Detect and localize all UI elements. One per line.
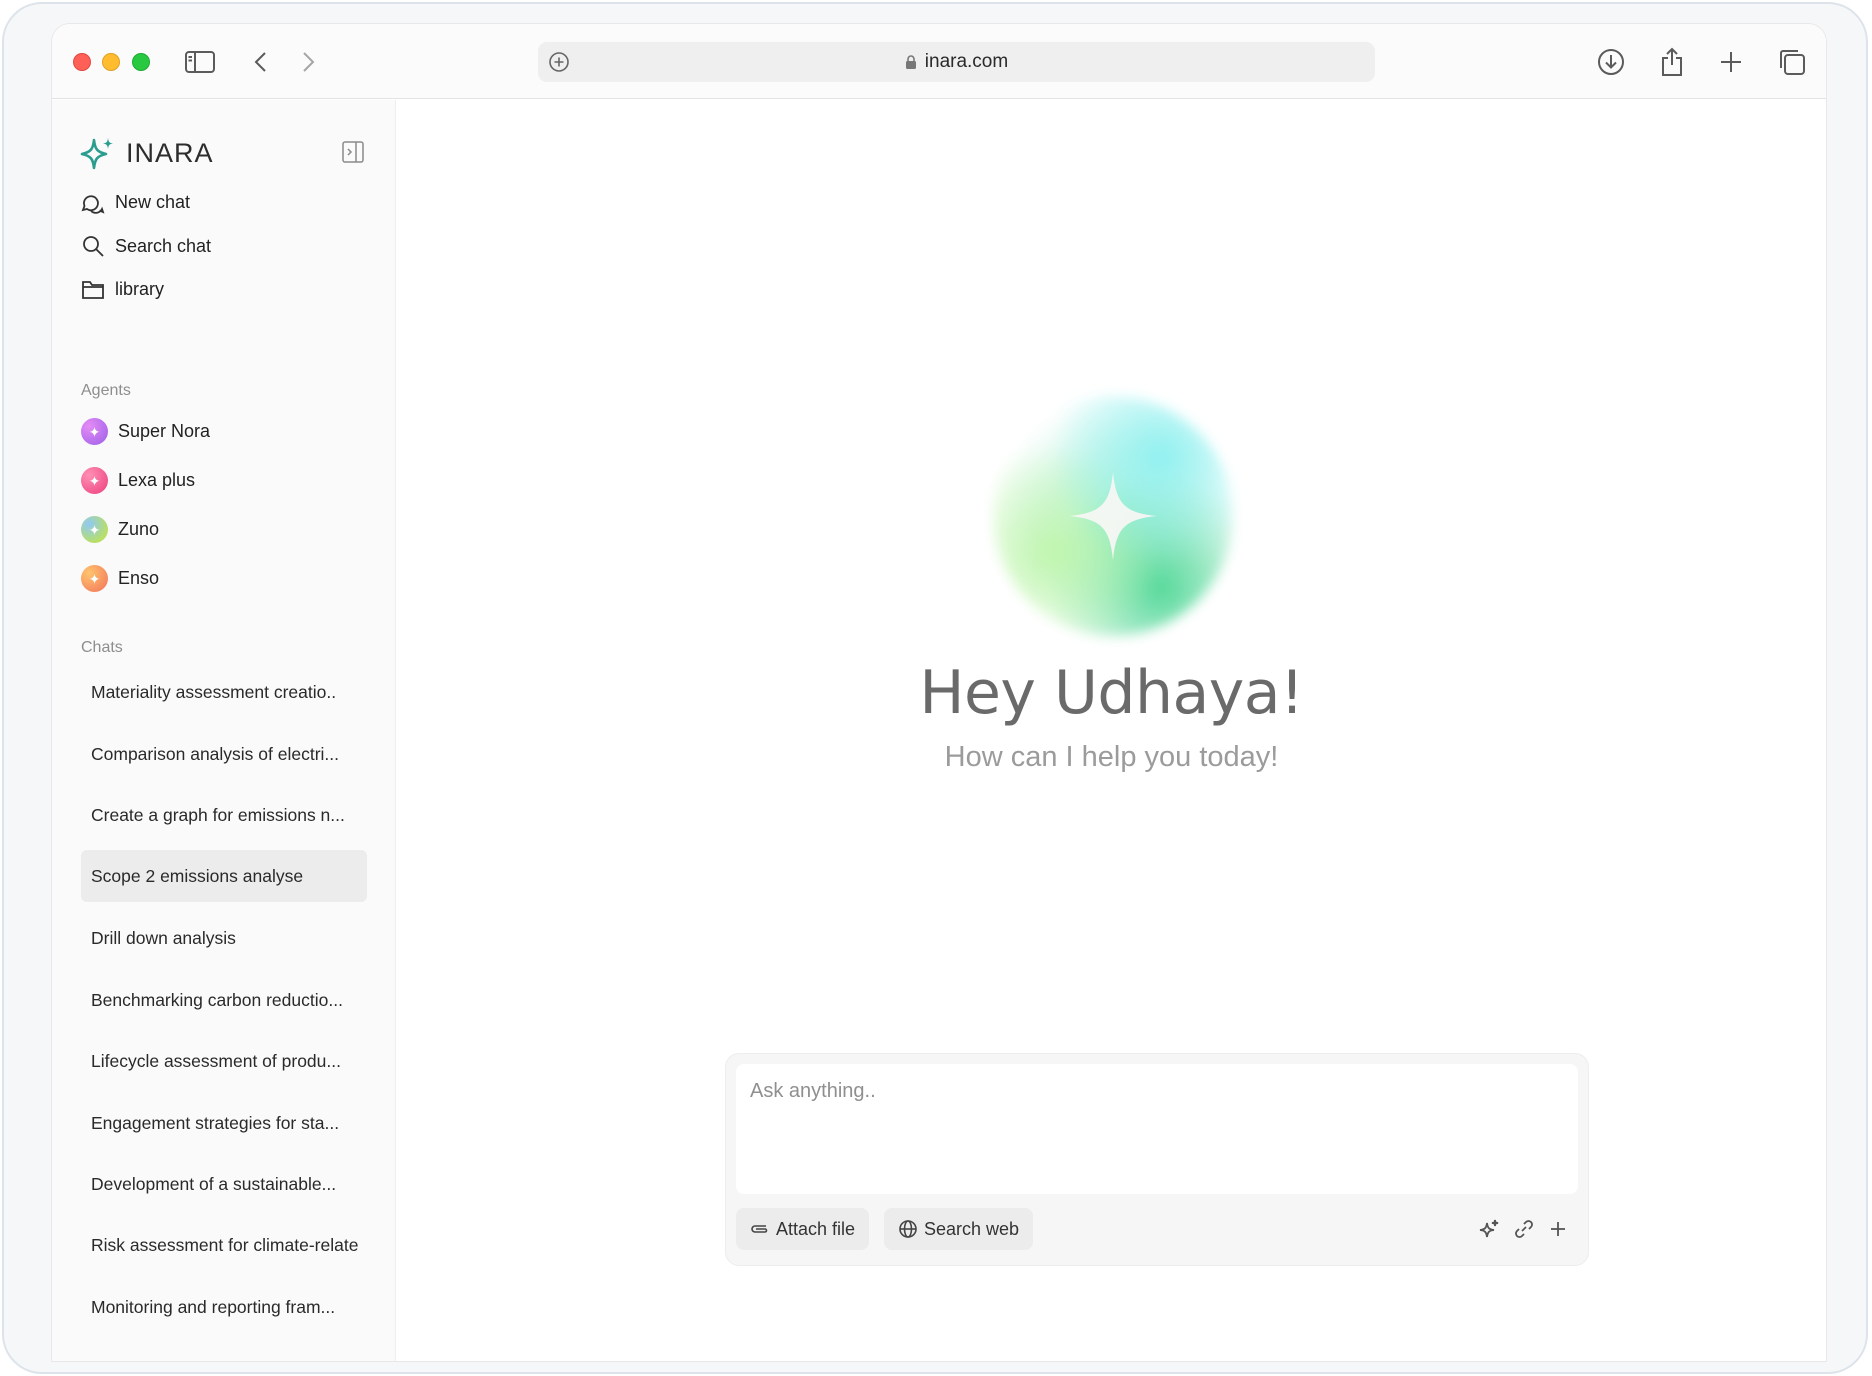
search-web-button[interactable]: Search web bbox=[884, 1208, 1034, 1250]
chat-item[interactable]: Lifecycle assessment of produ... bbox=[81, 1035, 367, 1087]
chat-item[interactable]: Development of a sustainable... bbox=[81, 1158, 367, 1210]
sidebar-toggle-icon[interactable] bbox=[184, 46, 216, 78]
chat-item[interactable]: Monitoring and reporting fram... bbox=[81, 1281, 367, 1333]
new-tab-icon[interactable] bbox=[1715, 46, 1747, 78]
chat-item[interactable]: Materiality assessment creatio.. bbox=[81, 666, 367, 718]
chat-item[interactable]: Employee training on sustaina... bbox=[81, 1342, 367, 1361]
new-chat-icon bbox=[81, 195, 105, 214]
chat-item[interactable]: Create a graph for emissions n... bbox=[81, 789, 367, 841]
agent-avatar-icon: ✦ bbox=[81, 565, 108, 592]
downloads-icon[interactable] bbox=[1595, 46, 1627, 78]
enhance-prompt-icon[interactable] bbox=[1476, 1216, 1502, 1242]
attach-file-label: Attach file bbox=[776, 1218, 856, 1239]
library-button[interactable]: library bbox=[81, 278, 164, 300]
chat-item[interactable]: Benchmarking carbon reductio... bbox=[81, 974, 367, 1026]
agent-label: Super Nora bbox=[118, 421, 211, 441]
main-panel: Hey Udhaya! How can I help you today! At… bbox=[397, 100, 1826, 1361]
sparkle-icon bbox=[1069, 472, 1157, 560]
sparkle-logo-icon bbox=[80, 138, 113, 170]
add-icon[interactable] bbox=[1545, 1216, 1571, 1242]
zoom-window-button[interactable] bbox=[132, 53, 150, 71]
minimize-window-button[interactable] bbox=[102, 53, 120, 71]
close-window-button[interactable] bbox=[73, 53, 91, 71]
brand-name: INARA bbox=[126, 137, 214, 168]
paperclip-icon bbox=[751, 1225, 768, 1233]
share-icon[interactable] bbox=[1656, 46, 1688, 78]
greeting-subtitle: How can I help you today! bbox=[944, 741, 1279, 773]
nav-label: library bbox=[115, 278, 165, 299]
agent-avatar-icon: ✦ bbox=[81, 516, 108, 543]
lock-icon bbox=[905, 54, 916, 69]
browser-window: inara.com INARA New chat Search chat lib… bbox=[52, 24, 1826, 1361]
chat-item[interactable]: Drill down analysis bbox=[81, 912, 367, 964]
agent-zuno[interactable]: ✦ Zuno bbox=[81, 516, 159, 543]
browser-toolbar: inara.com bbox=[52, 24, 1826, 99]
greeting-title: Hey Udhaya! bbox=[919, 658, 1304, 728]
agent-label: Enso bbox=[118, 568, 160, 588]
prompt-input[interactable] bbox=[736, 1064, 1578, 1194]
back-icon[interactable] bbox=[244, 46, 276, 78]
nav-label: Search chat bbox=[115, 235, 212, 256]
chat-item[interactable]: Comparison analysis of electri... bbox=[81, 728, 367, 780]
attach-file-button[interactable]: Attach file bbox=[736, 1208, 870, 1250]
agents-section-label: Agents bbox=[81, 382, 131, 399]
agent-label: Lexa plus bbox=[118, 470, 196, 490]
globe-icon bbox=[899, 1220, 917, 1238]
search-chat-button[interactable]: Search chat bbox=[81, 234, 211, 258]
search-web-label: Search web bbox=[924, 1218, 1020, 1239]
new-chat-button[interactable]: New chat bbox=[81, 190, 190, 214]
sidebar: INARA New chat Search chat library Agent… bbox=[52, 100, 396, 1361]
folder-icon bbox=[82, 281, 104, 299]
agent-enso[interactable]: ✦ Enso bbox=[81, 565, 159, 592]
chat-item[interactable]: Engagement strategies for sta... bbox=[81, 1097, 367, 1149]
agent-avatar-icon: ✦ bbox=[81, 418, 108, 445]
agent-label: Zuno bbox=[118, 519, 160, 539]
collapse-sidebar-icon[interactable] bbox=[341, 140, 367, 166]
device-frame: inara.com INARA New chat Search chat lib… bbox=[2, 2, 1868, 1374]
chat-item-active[interactable]: Scope 2 emissions analyse bbox=[81, 850, 367, 902]
search-icon bbox=[83, 236, 104, 257]
nav-label: New chat bbox=[115, 191, 191, 212]
link-icon[interactable] bbox=[1511, 1216, 1537, 1242]
agent-avatar-icon: ✦ bbox=[81, 467, 108, 494]
brand-logo[interactable]: INARA bbox=[80, 136, 214, 170]
composer: Attach file Search web bbox=[725, 1053, 1589, 1266]
agent-super-nora[interactable]: ✦ Super Nora bbox=[81, 418, 210, 445]
forward-icon[interactable] bbox=[293, 46, 325, 78]
url-text: inara.com bbox=[924, 51, 1009, 72]
tab-overview-icon[interactable] bbox=[1776, 46, 1808, 78]
chats-section-label: Chats bbox=[81, 639, 123, 656]
address-bar[interactable]: inara.com bbox=[538, 42, 1375, 82]
chat-item[interactable]: Risk assessment for climate-relate bbox=[81, 1219, 367, 1271]
agent-lexa-plus[interactable]: ✦ Lexa plus bbox=[81, 467, 195, 494]
